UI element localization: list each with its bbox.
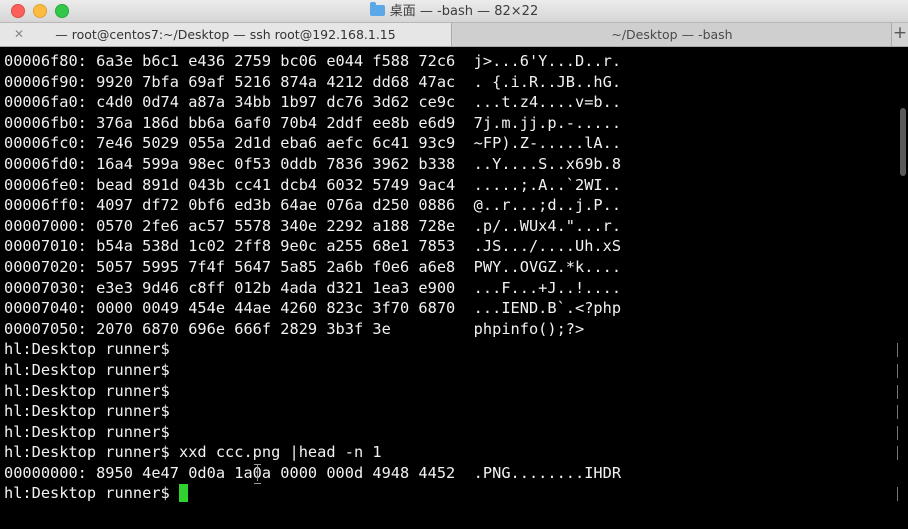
output-text: 00006fa0: c4d0 0d74 a87a 34bb 1b97 dc76 … (4, 93, 622, 112)
prompt-line: hl:Desktop runner$ (4, 339, 908, 360)
prompt-text: hl:Desktop runner$ (4, 402, 170, 421)
tab-local-bash-label: ~/Desktop — -bash (611, 27, 733, 42)
prompt-text: hl:Desktop runner$ (4, 484, 179, 503)
terminal-window: 桌面 — -bash — 82×22 ✕ — root@centos7:~/De… (0, 0, 908, 529)
output-text: 00007000: 0570 2fe6 ac57 5578 340e 2292 … (4, 216, 622, 235)
terminal-scrollbar[interactable] (898, 48, 908, 529)
output-text: 00006fe0: bead 891d 043b cc41 dcb4 6032 … (4, 175, 622, 194)
terminal-output[interactable]: 00006f80: 6a3e b6c1 e436 2759 bc06 e044 … (0, 48, 908, 529)
output-line: 00006f90: 9920 7bfa 69af 5216 874a 4212 … (4, 72, 908, 93)
prompt-line: hl:Desktop runner$ xxd ccc.png |head -n … (4, 442, 908, 463)
output-line: 00006f80: 6a3e b6c1 e436 2759 bc06 e044 … (4, 51, 908, 72)
tab-bar: ✕ — root@centos7:~/Desktop — ssh root@19… (0, 23, 908, 47)
tab-ssh-session-label: — root@centos7:~/Desktop — ssh root@192.… (55, 27, 396, 42)
output-text: 00006f90: 9920 7bfa 69af 5216 874a 4212 … (4, 72, 622, 91)
new-tab-button[interactable]: + (891, 23, 908, 46)
output-text: 00007050: 2070 6870 696e 666f 2829 3b3f … (4, 319, 585, 338)
output-line: 00000000: 8950 4e47 0d0a 1a0a 0000 000d … (4, 463, 908, 484)
output-text: 00006f80: 6a3e b6c1 e436 2759 bc06 e044 … (4, 52, 622, 70)
prompt-line: hl:Desktop runner$ (4, 483, 908, 504)
folder-icon (369, 2, 385, 16)
output-text: 00006fb0: 376a 186d bb6a 6af0 70b4 2ddf … (4, 113, 622, 132)
prompt-line: hl:Desktop runner$ (4, 381, 908, 402)
prompt-line: hl:Desktop runner$ (4, 401, 908, 422)
prompt-text: hl:Desktop runner$ (4, 381, 170, 400)
prompt-line: hl:Desktop runner$ (4, 360, 908, 381)
output-line: 00006fe0: bead 891d 043b cc41 dcb4 6032 … (4, 175, 908, 196)
prompt-text: hl:Desktop runner$ xxd ccc.png |head -n … (4, 443, 382, 462)
output-line: 00007020: 5057 5995 7f4f 5647 5a85 2a6b … (4, 257, 908, 278)
output-line: 00006fb0: 376a 186d bb6a 6af0 70b4 2ddf … (4, 113, 908, 134)
mouse-ibeam-cursor-icon (253, 462, 262, 484)
prompt-text: hl:Desktop runner$ (4, 340, 170, 359)
output-line: 00007030: e3e3 9d46 c8ff 012b 4ada d321 … (4, 278, 908, 299)
scrollbar-thumb[interactable] (900, 108, 906, 176)
output-line: 00006fc0: 7e46 5029 055a 2d1d eba6 aefc … (4, 133, 908, 154)
output-text: 00006ff0: 4097 df72 0bf6 ed3b 64ae 076a … (4, 196, 622, 215)
text-cursor (178, 484, 188, 503)
output-text: 00007020: 5057 5995 7f4f 5647 5a85 2a6b … (4, 257, 622, 276)
output-text: 00007040: 0000 0049 454e 44ae 4260 823c … (4, 299, 622, 318)
window-title: 桌面 — -bash — 82×22 (0, 2, 908, 20)
output-line: 00006fd0: 16a4 599a 98ec 0f53 0ddb 7836 … (4, 154, 908, 175)
output-line: 00007050: 2070 6870 696e 666f 2829 3b3f … (4, 319, 908, 340)
prompt-line: hl:Desktop runner$ (4, 422, 908, 443)
prompt-text: hl:Desktop runner$ (4, 422, 170, 441)
window-title-text: 桌面 — -bash — 82×22 (389, 4, 539, 19)
tab-local-bash[interactable]: ~/Desktop — -bash (453, 23, 891, 46)
title-bar[interactable]: 桌面 — -bash — 82×22 (0, 0, 908, 23)
output-text: 00007030: e3e3 9d46 c8ff 012b 4ada d321 … (4, 278, 622, 297)
output-line: 00007040: 0000 0049 454e 44ae 4260 823c … (4, 298, 908, 319)
tab-close-icon[interactable]: ✕ (14, 23, 24, 46)
tab-ssh-session[interactable]: ✕ — root@centos7:~/Desktop — ssh root@19… (0, 23, 452, 46)
output-line: 00006fa0: c4d0 0d74 a87a 34bb 1b97 dc76 … (4, 92, 908, 113)
output-line: 00006ff0: 4097 df72 0bf6 ed3b 64ae 076a … (4, 195, 908, 216)
output-text: 00006fd0: 16a4 599a 98ec 0f53 0ddb 7836 … (4, 154, 622, 173)
output-text: 00007010: b54a 538d 1c02 2ff8 9e0c a255 … (4, 237, 622, 256)
output-line: 00007010: b54a 538d 1c02 2ff8 9e0c a255 … (4, 236, 908, 257)
output-text: 00006fc0: 7e46 5029 055a 2d1d eba6 aefc … (4, 134, 622, 153)
output-text: 00000000: 8950 4e47 0d0a 1a0a 0000 000d … (4, 463, 622, 482)
prompt-text: hl:Desktop runner$ (4, 360, 170, 379)
output-line: 00007000: 0570 2fe6 ac57 5578 340e 2292 … (4, 216, 908, 237)
